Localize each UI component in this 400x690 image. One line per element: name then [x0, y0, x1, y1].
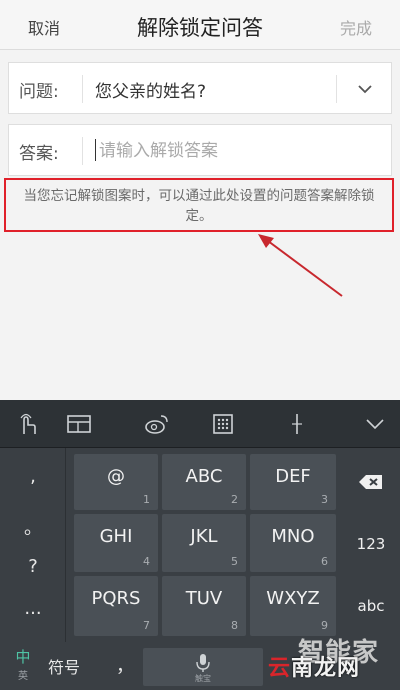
english-mode-key[interactable]: abc: [342, 576, 400, 636]
key-label: TUV: [185, 588, 223, 609]
layout-button[interactable]: [62, 408, 96, 440]
hint-text: 当您忘记解锁图案时，可以通过此处设置的问题答案解除锁定。: [4, 178, 394, 232]
key-number: 1: [143, 493, 150, 506]
key-1[interactable]: @ 1: [74, 454, 158, 510]
backspace-icon: [359, 475, 382, 489]
question-dropdown-button[interactable]: [337, 63, 393, 115]
weibo-button[interactable]: [140, 408, 174, 440]
symbol-key-period[interactable]: 。: [0, 514, 66, 540]
key-6[interactable]: MNO 6: [250, 514, 336, 572]
keyboard-brand: 触宝: [195, 674, 211, 683]
key-number: 4: [143, 555, 150, 568]
key-label: MNO: [271, 526, 315, 547]
collapse-icon: [366, 419, 384, 430]
language-switch-key[interactable]: 中 英: [10, 646, 36, 682]
question-select-value[interactable]: 您父亲的姓名?: [95, 77, 206, 102]
numpad-icon: [213, 414, 233, 434]
numpad-button[interactable]: [206, 408, 240, 440]
key-8[interactable]: TUV 8: [162, 576, 246, 636]
comma-key[interactable]: ，: [116, 652, 134, 678]
done-button[interactable]: 完成: [340, 15, 372, 39]
key-number: 6: [321, 555, 328, 568]
lang-en-label: 英: [18, 671, 28, 682]
weibo-icon: [145, 415, 168, 434]
watermark-site: 云南龙网: [268, 650, 360, 682]
key-5[interactable]: JKL 5: [162, 514, 246, 572]
number-mode-key[interactable]: 123: [342, 514, 400, 574]
key-label: @: [107, 466, 125, 487]
divider: [82, 75, 83, 103]
watermark-text: 南龙网: [291, 656, 361, 681]
symbols-key[interactable]: 符号: [48, 654, 80, 678]
divider: [82, 137, 83, 165]
space-key[interactable]: 触宝: [143, 648, 263, 686]
key-number: 3: [321, 493, 328, 506]
annotation-arrow-icon: [258, 234, 343, 297]
lang-zh-label: 中: [15, 648, 31, 666]
question-row: 问题: 您父亲的姓名?: [8, 62, 392, 114]
gesture-button[interactable]: [10, 408, 44, 440]
symbol-key-ellipsis[interactable]: ...: [0, 598, 66, 619]
key-label: JKL: [190, 526, 218, 547]
cursor-move-button[interactable]: [280, 408, 314, 440]
key-number: 5: [231, 555, 238, 568]
key-label: PQRS: [91, 588, 141, 609]
key-label: DEF: [275, 466, 311, 487]
symbol-column: , 。 ? ...: [0, 448, 66, 642]
key-4[interactable]: GHI 4: [74, 514, 158, 572]
question-label: 问题:: [19, 82, 59, 102]
keyboard-toolbar: [0, 400, 400, 448]
key-label: GHI: [99, 526, 133, 547]
symbol-key-question[interactable]: ?: [0, 556, 66, 577]
key-3[interactable]: DEF 3: [250, 454, 336, 510]
key-number: 7: [143, 619, 150, 632]
key-label: ABC: [185, 466, 223, 487]
key-number: 8: [231, 619, 238, 632]
key-7[interactable]: PQRS 7: [74, 576, 158, 636]
answer-label: 答案:: [19, 144, 59, 164]
gesture-icon: [20, 413, 36, 434]
backspace-key[interactable]: [342, 452, 400, 512]
answer-input[interactable]: [99, 137, 379, 165]
key-9[interactable]: WXYZ 9: [250, 576, 336, 636]
chevron-down-icon: [358, 85, 372, 94]
microphone-icon: [196, 654, 210, 672]
cursor-icon: [292, 414, 302, 434]
key-number: 2: [231, 493, 238, 506]
answer-row: 答案:: [8, 124, 392, 176]
key-number: 9: [321, 619, 328, 632]
navigation-bar: 取消 解除锁定问答 完成: [0, 0, 400, 50]
text-cursor: [95, 139, 96, 161]
collapse-keyboard-button[interactable]: [358, 408, 392, 440]
key-2[interactable]: ABC 2: [162, 454, 246, 510]
layout-icon: [67, 415, 91, 433]
watermark-red-char: 云: [268, 656, 292, 681]
key-label: WXYZ: [266, 588, 320, 609]
symbol-key-comma[interactable]: ,: [0, 466, 66, 487]
